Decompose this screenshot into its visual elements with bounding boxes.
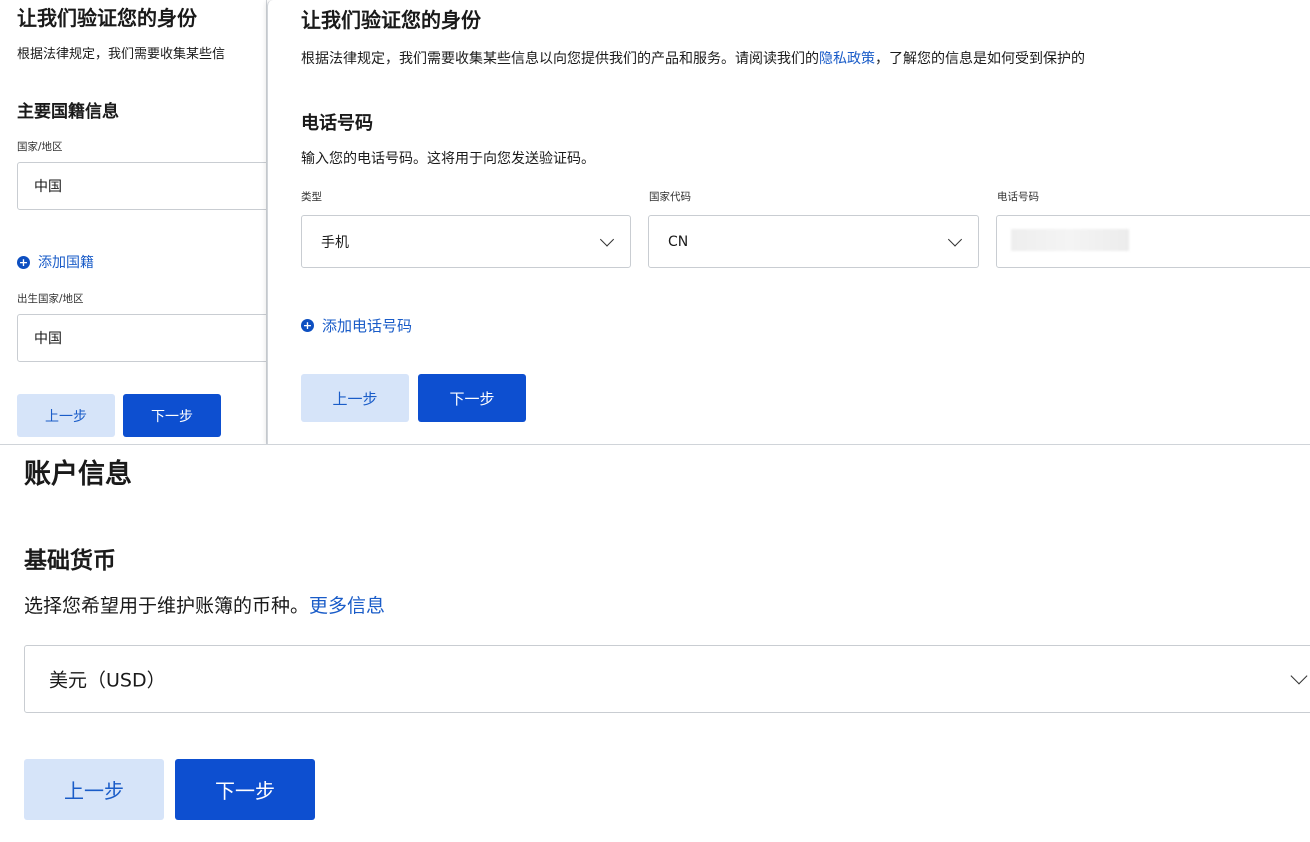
chevron-down-icon: [1290, 667, 1308, 685]
privacy-policy-link[interactable]: 隐私政策: [819, 51, 875, 67]
country-value: 中国: [34, 179, 62, 195]
phone-desc-before: 根据法律规定，我们需要收集某些信息以向您提供我们的产品和服务。请阅读我们的: [301, 51, 819, 67]
country-select[interactable]: 中国: [17, 162, 266, 210]
currency-select[interactable]: 美元（USD）: [24, 645, 1310, 713]
base-currency-title: 基础货币: [24, 548, 116, 574]
currency-desc-text: 选择您希望用于维护账簿的币种。: [24, 595, 310, 617]
left-page-desc: 根据法律规定，我们需要收集某些信: [17, 47, 226, 62]
chevron-down-icon: [599, 231, 615, 247]
phone-desc-after: ，了解您的信息是如何受到保护的: [875, 51, 1085, 67]
left-verify-panel: 让我们验证您的身份 根据法律规定，我们需要收集某些信 主要国籍信息 国家/地区 …: [0, 0, 267, 444]
phone-page-desc: 根据法律规定，我们需要收集某些信息以向您提供我们的产品和服务。请阅读我们的隐私政…: [301, 48, 1085, 68]
birth-country-label: 出生国家/地区: [17, 293, 84, 305]
phone-number-label: 电话号码: [997, 191, 1039, 203]
currency-desc: 选择您希望用于维护账簿的币种。更多信息: [24, 591, 385, 618]
account-prev-button[interactable]: 上一步: [24, 759, 164, 820]
redacted-phone-number: [1011, 229, 1129, 251]
birth-country-value: 中国: [34, 331, 62, 347]
phone-next-label: 下一步: [449, 389, 495, 408]
phone-type-value: 手机: [321, 234, 349, 251]
account-info-panel: 账户信息 基础货币 选择您希望用于维护账簿的币种。更多信息 美元（USD） 上一…: [0, 445, 1310, 842]
account-page-title: 账户信息: [24, 459, 132, 490]
left-prev-button[interactable]: 上一步: [17, 394, 115, 437]
chevron-down-icon: [947, 231, 963, 247]
phone-verify-panel: 让我们验证您的身份 根据法律规定，我们需要收集某些信息以向您提供我们的产品和服务…: [267, 0, 1310, 444]
phone-type-select[interactable]: 手机: [301, 215, 631, 268]
add-nationality-link[interactable]: + 添加国籍: [17, 252, 94, 272]
phone-section-title: 电话号码: [301, 113, 373, 134]
phone-number-input[interactable]: [996, 215, 1310, 268]
country-code-select[interactable]: CN: [648, 215, 979, 268]
left-prev-label: 上一步: [45, 408, 87, 425]
country-label: 国家/地区: [17, 141, 63, 153]
phone-prev-button[interactable]: 上一步: [301, 374, 409, 422]
account-next-label: 下一步: [215, 779, 275, 803]
account-next-button[interactable]: 下一步: [175, 759, 315, 820]
plus-circle-icon: +: [17, 255, 30, 269]
left-page-title: 让我们验证您的身份: [17, 6, 197, 30]
phone-prev-label: 上一步: [332, 389, 378, 408]
nationality-section-title: 主要国籍信息: [17, 102, 119, 122]
account-prev-label: 上一步: [64, 779, 124, 803]
plus-circle-icon: +: [301, 319, 314, 332]
add-phone-label: 添加电话号码: [322, 317, 413, 335]
country-code-value: CN: [668, 233, 689, 250]
country-code-label: 国家代码: [649, 191, 691, 203]
add-phone-link[interactable]: + 添加电话号码: [301, 315, 412, 336]
birth-country-select[interactable]: 中国: [17, 314, 266, 362]
phone-page-title: 让我们验证您的身份: [301, 8, 481, 32]
phone-next-button[interactable]: 下一步: [418, 374, 526, 422]
add-nationality-label: 添加国籍: [38, 255, 94, 271]
left-next-button[interactable]: 下一步: [123, 394, 221, 437]
more-info-link[interactable]: 更多信息: [309, 595, 385, 617]
left-next-label: 下一步: [151, 408, 193, 425]
phone-section-desc: 输入您的电话号码。这将用于向您发送验证码。: [301, 151, 595, 167]
currency-value: 美元（USD）: [49, 669, 166, 692]
phone-type-label: 类型: [301, 191, 322, 203]
